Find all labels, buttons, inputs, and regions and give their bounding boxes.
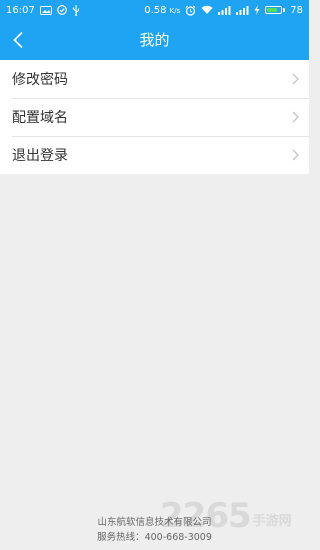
check-circle-icon (56, 5, 67, 15)
battery-percent: 78 (290, 4, 303, 16)
menu-item-label: 配置域名 (12, 110, 68, 126)
menu-item-label: 修改密码 (12, 72, 68, 88)
wifi-icon (201, 5, 213, 15)
chevron-right-icon (292, 73, 299, 85)
nav-bar: 我的 (0, 20, 309, 60)
status-bar-right: 0.58 K/s 78 (144, 5, 303, 16)
battery-icon (265, 6, 286, 14)
page-title: 我的 (139, 31, 170, 49)
menu-item-label: 退出登录 (12, 148, 68, 164)
footer-hotline: 服务热线：400-668-3009 (97, 532, 212, 543)
chevron-right-icon (292, 111, 299, 123)
menu-item-configure-domain[interactable]: 配置域名 (0, 98, 309, 136)
charging-icon (254, 5, 260, 15)
chevron-right-icon (292, 149, 299, 161)
alarm-icon (185, 5, 196, 16)
signal-icon (218, 5, 231, 15)
menu-list: 修改密码 配置域名 退出登录 (0, 60, 309, 174)
footer-company: 山东航软信息技术有限公司 (97, 517, 212, 528)
menu-item-logout[interactable]: 退出登录 (0, 136, 309, 174)
signal-icon (236, 5, 249, 15)
status-time: 16:07 (6, 4, 35, 16)
status-bar: 16:07 0.58 K/s 78 (0, 0, 309, 20)
usb-icon (72, 4, 80, 16)
image-icon (39, 5, 52, 15)
network-speed: 0.58 K/s (144, 4, 181, 16)
menu-item-change-password[interactable]: 修改密码 (0, 60, 309, 98)
status-bar-left: 16:07 (6, 4, 80, 16)
